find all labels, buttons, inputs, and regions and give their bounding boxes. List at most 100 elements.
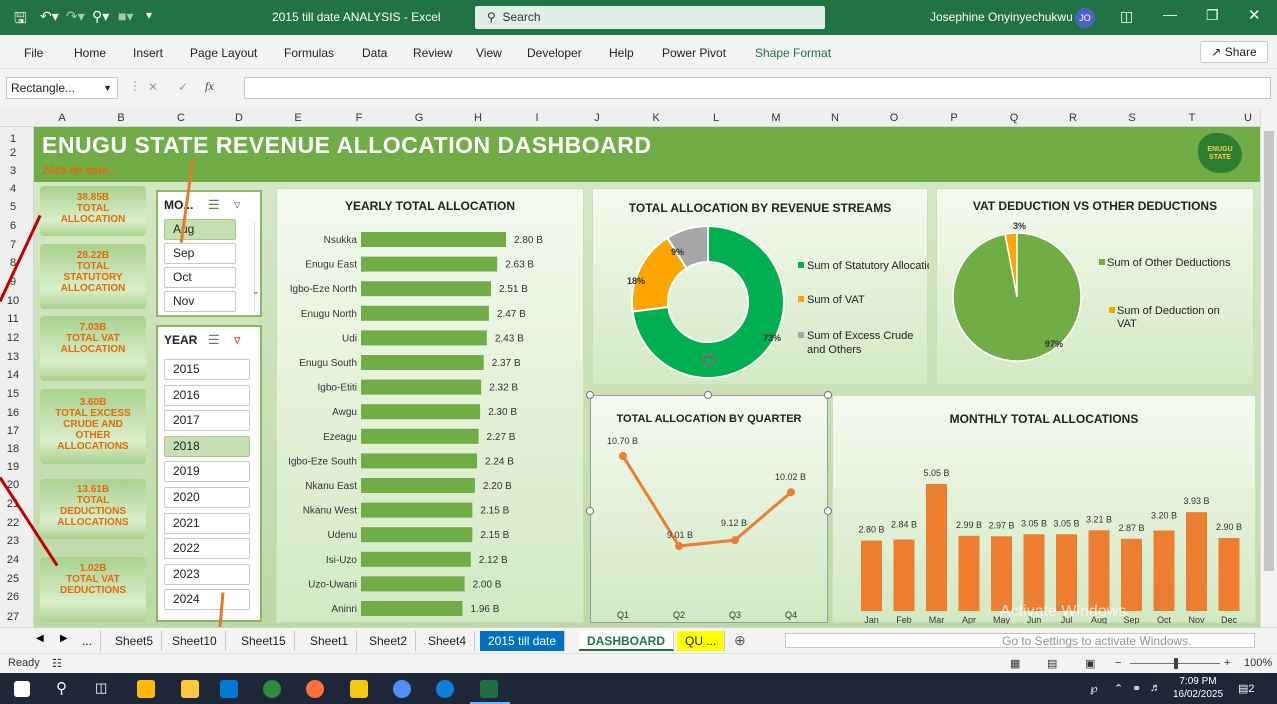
year-slicer-item[interactable]: 2018 (164, 435, 250, 457)
column-header[interactable]: K (646, 112, 666, 124)
kpi-card[interactable]: 28.22B TOTAL STATUTORY ALLOCATION (40, 244, 146, 309)
column-header[interactable]: N (825, 112, 845, 124)
row-header[interactable]: 3 (0, 165, 26, 177)
selection-handle[interactable] (586, 507, 594, 515)
edge-icon[interactable] (436, 680, 454, 698)
add-sheet-icon[interactable]: ⊕ (734, 632, 746, 649)
selection-handle[interactable] (704, 391, 712, 399)
column-header[interactable]: U (1238, 112, 1258, 124)
clear-filter-icon[interactable]: ▿ (234, 332, 241, 348)
year-slicer-item[interactable]: 2021 (164, 512, 250, 534)
formula-input[interactable] (244, 77, 1271, 99)
zoom-level[interactable]: 100% (1244, 657, 1272, 669)
rotate-handle-icon[interactable] (702, 353, 715, 366)
row-header[interactable]: 14 (0, 369, 26, 381)
row-header[interactable]: 1 (0, 133, 26, 145)
tab-data[interactable]: Data (362, 46, 387, 60)
multi-select-icon[interactable]: ☰ (208, 197, 220, 213)
minimize-icon[interactable]: — (1163, 6, 1177, 22)
yearly-allocation-chart[interactable]: YEARLY TOTAL ALLOCATION Nsukka 2.80 B Enug… (276, 188, 584, 623)
redo-icon[interactable]: ↷▾ (66, 8, 85, 25)
row-header[interactable]: 25 (0, 573, 26, 585)
column-header[interactable]: Q (1004, 112, 1024, 124)
column-header[interactable]: E (288, 112, 308, 124)
column-header[interactable]: C (171, 112, 191, 124)
row-header[interactable]: 19 (0, 461, 26, 473)
monthly-allocation-chart[interactable]: MONTHLY TOTAL ALLOCATIONS 2.80 B Jan 2.84 … (832, 395, 1256, 624)
chevron-down-icon[interactable]: ⌄ (252, 286, 260, 297)
tab-shape-format[interactable]: Shape Format (755, 46, 831, 60)
tab-page-layout[interactable]: Page Layout (190, 46, 257, 60)
tab-power-pivot[interactable]: Power Pivot (662, 46, 726, 60)
month-slicer-item[interactable]: Oct (164, 267, 236, 288)
sheet-tab[interactable]: Sheet10 (164, 631, 226, 651)
ribbon-display-icon[interactable]: ◫ (1120, 8, 1133, 25)
kpi-card[interactable]: 38.85B TOTAL ALLOCATION (40, 186, 146, 236)
selection-handle[interactable] (824, 391, 832, 399)
search-icon[interactable]: ⚲▾ (92, 8, 109, 25)
tab-formulas[interactable]: Formulas (284, 46, 334, 60)
power-bi-icon[interactable] (350, 680, 368, 698)
task-view-icon[interactable]: ◫ (95, 680, 107, 696)
column-header[interactable]: R (1063, 112, 1083, 124)
normal-view-icon[interactable]: ▦ (1010, 657, 1020, 670)
row-header[interactable]: 18 (0, 443, 26, 455)
chrome-icon[interactable] (263, 680, 281, 698)
year-slicer-item[interactable]: 2022 (164, 538, 250, 560)
tab-developer[interactable]: Developer (527, 46, 582, 60)
row-header[interactable]: 24 (0, 554, 26, 566)
volume-icon[interactable]: ♬ (1150, 682, 1161, 694)
column-header[interactable]: T (1182, 112, 1202, 124)
row-header[interactable]: 5 (0, 201, 26, 213)
month-slicer-item[interactable]: Sep (164, 243, 236, 264)
row-header[interactable]: 26 (0, 591, 26, 603)
row-header[interactable]: 12 (0, 332, 26, 344)
cancel-icon[interactable]: ✕ (148, 80, 158, 94)
sheet-tab[interactable]: Sheet4 (420, 631, 476, 651)
sheet-tab-active[interactable]: DASHBOARD (579, 631, 674, 651)
customize-toolbar-icon[interactable]: ▾ (146, 8, 152, 22)
column-header[interactable]: M (766, 112, 786, 124)
year-slicer-item[interactable]: 2020 (164, 487, 250, 508)
scroll-left-icon[interactable]: ◀ (36, 633, 44, 644)
tab-insert[interactable]: Insert (133, 46, 163, 60)
selection-handle[interactable] (586, 391, 594, 399)
sheet-tab[interactable]: Sheet1 (302, 631, 358, 651)
tab-home[interactable]: Home (74, 46, 106, 60)
column-header[interactable]: D (229, 112, 249, 124)
year-slicer-item[interactable]: 2019 (164, 461, 250, 483)
sheet-tab[interactable]: Sheet2 (361, 631, 417, 651)
clear-filter-icon[interactable]: ▿ (234, 197, 241, 213)
column-header[interactable]: I (527, 112, 547, 124)
row-header[interactable]: 6 (0, 220, 26, 232)
month-slicer-item[interactable]: Nov (164, 291, 236, 312)
wifi-icon[interactable]: ⚭ (1132, 682, 1141, 695)
year-slicer-item[interactable]: 2016 (164, 384, 250, 406)
delete-icon[interactable]: ■▾ (118, 8, 133, 25)
avatar[interactable]: JO (1075, 8, 1095, 28)
kpi-card[interactable]: 1.02B TOTAL VAT DEDUCTIONS (40, 557, 146, 622)
vertical-scrollbar[interactable] (1260, 109, 1277, 627)
vat-deduction-chart[interactable]: VAT DEDUCTION VS OTHER DEDUCTIONS 3% 97% S… (936, 188, 1254, 385)
column-header[interactable]: F (349, 112, 369, 124)
kpi-card[interactable]: 13.61B TOTAL DEDUCTIONS ALLOCATIONS (40, 479, 146, 539)
row-header[interactable]: 4 (0, 183, 26, 195)
tab-review[interactable]: Review (413, 46, 452, 60)
column-header[interactable]: B (111, 112, 131, 124)
enter-icon[interactable]: ✓ (178, 80, 188, 94)
tab-help[interactable]: Help (609, 46, 634, 60)
notification-icon[interactable]: ▤2 (1238, 682, 1255, 695)
clock-date[interactable]: 16/02/2025 (1168, 689, 1228, 700)
zoom-in-icon[interactable]: + (1224, 657, 1230, 669)
search-box[interactable]: ⚲ Search (475, 6, 825, 29)
year-slicer-item[interactable]: 2017 (164, 410, 250, 432)
sheet-tab[interactable]: Sheet5 (107, 631, 163, 651)
year-slicer-item[interactable]: 2024 (164, 589, 250, 611)
sheet-tab[interactable]: 2015 till date (480, 631, 566, 651)
column-header[interactable]: P (944, 112, 964, 124)
column-header[interactable]: L (706, 112, 726, 124)
column-header[interactable]: H (468, 112, 488, 124)
undo-icon[interactable]: ↶▾ (40, 8, 59, 25)
row-header[interactable]: 23 (0, 535, 26, 547)
row-header[interactable]: 2 (0, 147, 26, 159)
